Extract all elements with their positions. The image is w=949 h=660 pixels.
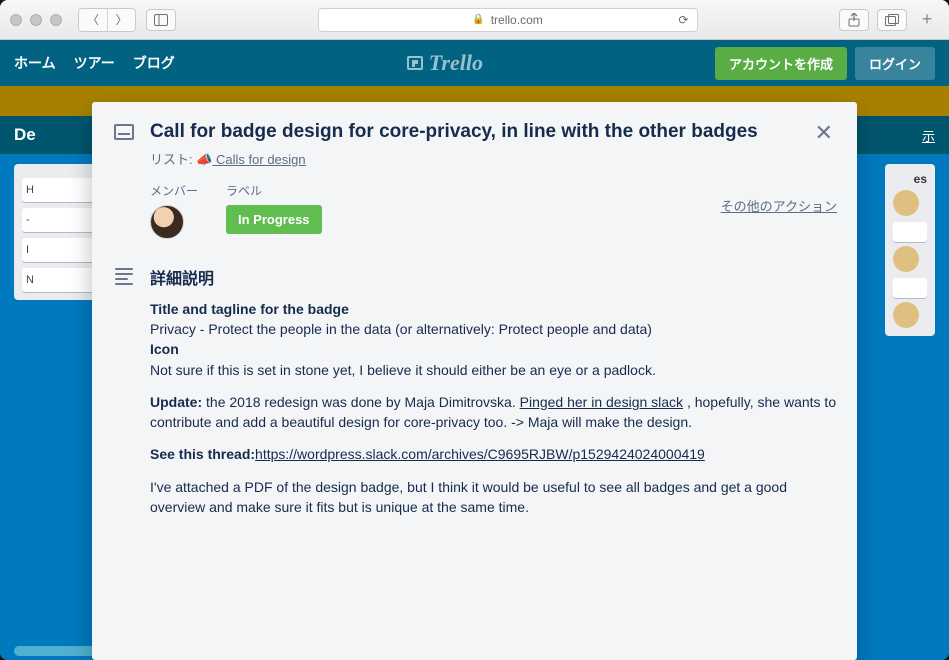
list-right: es (885, 164, 935, 336)
share-icon (848, 13, 860, 27)
close-modal-button[interactable]: ✕ (811, 120, 837, 168)
desc-text: I've attached a PDF of the design badge,… (150, 477, 837, 518)
header-nav: ホーム ツアー ブログ (14, 53, 175, 73)
label-chip-in-progress[interactable]: In Progress (226, 205, 322, 234)
desc-text: Not sure if this is set in stone yet, I … (150, 362, 656, 378)
header-actions: アカウントを作成 ログイン (715, 47, 935, 80)
board-title: De (14, 125, 36, 145)
trello-header: ホーム ツアー ブログ Trello アカウントを作成 ログイン (0, 40, 949, 86)
nav-home[interactable]: ホーム (14, 53, 56, 73)
labels-section: ラベル In Progress (226, 182, 322, 239)
close-window-icon[interactable] (10, 14, 22, 26)
sidebar-toggle-button[interactable] (146, 9, 176, 31)
forward-button[interactable]: 〉 (107, 9, 135, 31)
reload-icon[interactable]: ⟳ (678, 13, 688, 27)
desc-bold: See this thread: (150, 446, 255, 462)
card-title[interactable]: Call for badge design for core-privacy, … (150, 120, 797, 145)
logo-text: Trello (429, 50, 483, 76)
tabs-button[interactable] (877, 9, 907, 31)
minimize-window-icon[interactable] (30, 14, 42, 26)
desc-link[interactable]: https://wordpress.slack.com/archives/C96… (255, 446, 705, 462)
description-body[interactable]: Title and tagline for the badge Privacy … (150, 299, 837, 518)
board-icon (407, 56, 423, 70)
member-avatar[interactable] (150, 205, 184, 239)
list-name[interactable]: Calls for design (212, 152, 305, 167)
scroll-thumb[interactable] (14, 646, 104, 656)
desc-link[interactable]: Pinged her in design slack (520, 394, 683, 410)
nav-buttons: 〈 〉 (78, 8, 136, 32)
trello-logo[interactable]: Trello (175, 50, 715, 76)
card-stub[interactable] (893, 278, 927, 298)
browser-window: 〈 〉 🔒 trello.com ⟳ + ホーム (0, 0, 949, 660)
card-header-icon (112, 120, 136, 168)
desc-text: the 2018 redesign was done by Maja Dimit… (202, 394, 520, 410)
window-controls (10, 14, 62, 26)
card-stub[interactable] (893, 222, 927, 242)
avatar (893, 302, 919, 328)
login-button[interactable]: ログイン (855, 47, 935, 80)
page-content: ホーム ツアー ブログ Trello アカウントを作成 ログイン De 示 H (0, 40, 949, 660)
nav-tour[interactable]: ツアー (74, 53, 115, 73)
sidebar-icon (154, 14, 168, 26)
list-header: es (893, 172, 927, 186)
signup-button[interactable]: アカウントを作成 (715, 47, 847, 80)
card-list-line: リスト: 📣 Calls for design (150, 149, 797, 168)
description-icon (112, 268, 136, 285)
list-label-prefix: リスト: (150, 152, 196, 167)
members-label: メンバー (150, 182, 198, 199)
card-modal: Call for badge design for core-privacy, … (92, 102, 857, 660)
show-menu-link[interactable]: 示 (922, 126, 935, 145)
back-button[interactable]: 〈 (79, 9, 107, 31)
desc-bold: Icon (150, 341, 179, 357)
other-actions-link[interactable]: その他のアクション (721, 196, 837, 215)
toolbar-right: + (839, 9, 939, 31)
avatar (893, 190, 919, 216)
url-text: trello.com (491, 13, 543, 27)
labels-label: ラベル (226, 182, 322, 199)
address-bar[interactable]: 🔒 trello.com ⟳ (318, 8, 698, 32)
desc-text: Privacy - Protect the people in the data… (150, 321, 652, 337)
megaphone-icon: 📣 (196, 152, 212, 167)
zoom-window-icon[interactable] (50, 14, 62, 26)
desc-bold: Update: (150, 394, 202, 410)
nav-blog[interactable]: ブログ (133, 53, 175, 73)
lock-icon: 🔒 (472, 14, 484, 25)
description-heading: 詳細説明 (150, 265, 214, 289)
titlebar: 〈 〉 🔒 trello.com ⟳ + (0, 0, 949, 40)
desc-bold: Title and tagline for the badge (150, 301, 349, 317)
new-tab-button[interactable]: + (915, 9, 939, 31)
members-section: メンバー (150, 182, 198, 239)
share-button[interactable] (839, 9, 869, 31)
tabs-icon (885, 14, 899, 26)
description-section: 詳細説明 Title and tagline for the badge Pri… (112, 265, 837, 518)
address-bar-wrap: 🔒 trello.com ⟳ (186, 8, 829, 32)
avatar (893, 246, 919, 272)
